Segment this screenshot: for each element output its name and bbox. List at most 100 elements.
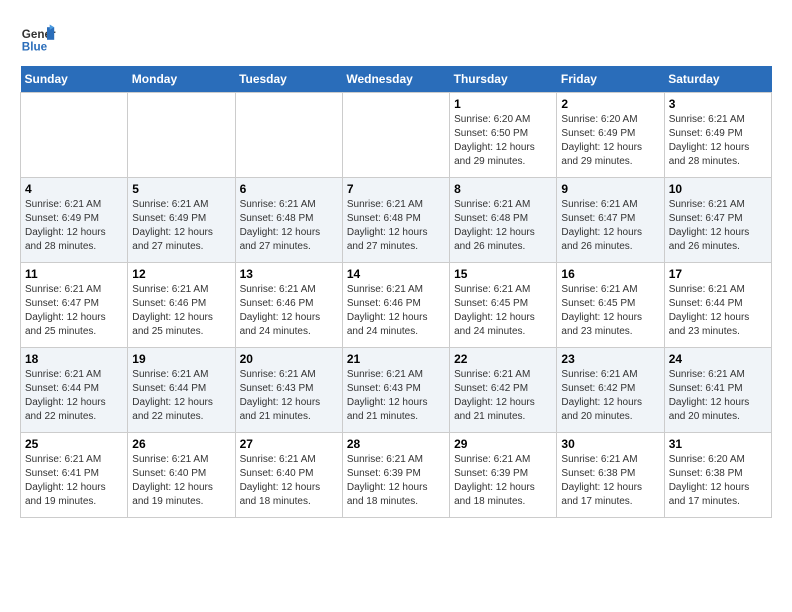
day-cell: 9 Sunrise: 6:21 AMSunset: 6:47 PMDaylight…	[557, 178, 664, 263]
day-number: 23	[561, 352, 659, 366]
logo-icon: General Blue	[20, 20, 56, 56]
day-cell	[21, 93, 128, 178]
day-number: 12	[132, 267, 230, 281]
day-info: Sunrise: 6:21 AMSunset: 6:41 PMDaylight:…	[25, 453, 123, 509]
day-info: Sunrise: 6:21 AMSunset: 6:40 PMDaylight:…	[240, 453, 338, 509]
day-number: 6	[240, 182, 338, 196]
logo: General Blue	[20, 20, 56, 56]
day-info: Sunrise: 6:21 AMSunset: 6:49 PMDaylight:…	[669, 113, 767, 169]
day-number: 29	[454, 437, 552, 451]
day-cell: 30 Sunrise: 6:21 AMSunset: 6:38 PMDayligh…	[557, 433, 664, 518]
day-number: 31	[669, 437, 767, 451]
day-number: 16	[561, 267, 659, 281]
day-info: Sunrise: 6:21 AMSunset: 6:41 PMDaylight:…	[669, 368, 767, 424]
day-info: Sunrise: 6:21 AMSunset: 6:48 PMDaylight:…	[240, 198, 338, 254]
day-cell: 13 Sunrise: 6:21 AMSunset: 6:46 PMDayligh…	[235, 263, 342, 348]
day-cell: 6 Sunrise: 6:21 AMSunset: 6:48 PMDaylight…	[235, 178, 342, 263]
day-number: 17	[669, 267, 767, 281]
day-info: Sunrise: 6:21 AMSunset: 6:47 PMDaylight:…	[561, 198, 659, 254]
day-number: 14	[347, 267, 445, 281]
day-number: 8	[454, 182, 552, 196]
day-number: 22	[454, 352, 552, 366]
day-info: Sunrise: 6:21 AMSunset: 6:39 PMDaylight:…	[347, 453, 445, 509]
day-info: Sunrise: 6:21 AMSunset: 6:48 PMDaylight:…	[347, 198, 445, 254]
day-header-monday: Monday	[128, 66, 235, 93]
day-number: 11	[25, 267, 123, 281]
day-cell	[235, 93, 342, 178]
day-info: Sunrise: 6:20 AMSunset: 6:49 PMDaylight:…	[561, 113, 659, 169]
day-info: Sunrise: 6:21 AMSunset: 6:40 PMDaylight:…	[132, 453, 230, 509]
day-info: Sunrise: 6:21 AMSunset: 6:48 PMDaylight:…	[454, 198, 552, 254]
day-cell: 15 Sunrise: 6:21 AMSunset: 6:45 PMDayligh…	[450, 263, 557, 348]
day-number: 4	[25, 182, 123, 196]
day-cell	[342, 93, 449, 178]
day-cell: 27 Sunrise: 6:21 AMSunset: 6:40 PMDayligh…	[235, 433, 342, 518]
day-cell: 21 Sunrise: 6:21 AMSunset: 6:43 PMDayligh…	[342, 348, 449, 433]
day-cell: 14 Sunrise: 6:21 AMSunset: 6:46 PMDayligh…	[342, 263, 449, 348]
day-header-wednesday: Wednesday	[342, 66, 449, 93]
day-cell: 1 Sunrise: 6:20 AMSunset: 6:50 PMDaylight…	[450, 93, 557, 178]
day-cell: 10Sunrise: 6:21 AMSunset: 6:47 PMDayligh…	[664, 178, 771, 263]
day-header-saturday: Saturday	[664, 66, 771, 93]
day-cell: 11 Sunrise: 6:21 AMSunset: 6:47 PMDayligh…	[21, 263, 128, 348]
day-info: Sunrise: 6:21 AMSunset: 6:46 PMDaylight:…	[132, 283, 230, 339]
day-number: 27	[240, 437, 338, 451]
day-number: 25	[25, 437, 123, 451]
day-cell: 19 Sunrise: 6:21 AMSunset: 6:44 PMDayligh…	[128, 348, 235, 433]
day-number: 26	[132, 437, 230, 451]
header-row: SundayMondayTuesdayWednesdayThursdayFrid…	[21, 66, 772, 93]
day-number: 7	[347, 182, 445, 196]
week-row-2: 4 Sunrise: 6:21 AMSunset: 6:49 PMDaylight…	[21, 178, 772, 263]
day-info: Sunrise: 6:21 AMSunset: 6:43 PMDaylight:…	[347, 368, 445, 424]
day-info: Sunrise: 6:21 AMSunset: 6:39 PMDaylight:…	[454, 453, 552, 509]
day-info: Sunrise: 6:21 AMSunset: 6:49 PMDaylight:…	[132, 198, 230, 254]
day-info: Sunrise: 6:21 AMSunset: 6:44 PMDaylight:…	[132, 368, 230, 424]
day-cell	[128, 93, 235, 178]
day-number: 1	[454, 97, 552, 111]
day-info: Sunrise: 6:21 AMSunset: 6:38 PMDaylight:…	[561, 453, 659, 509]
day-cell: 24Sunrise: 6:21 AMSunset: 6:41 PMDayligh…	[664, 348, 771, 433]
day-info: Sunrise: 6:21 AMSunset: 6:46 PMDaylight:…	[347, 283, 445, 339]
day-cell: 31 Sunrise: 6:20 AMSunset: 6:38 PMDayligh…	[664, 433, 771, 518]
day-cell: 7 Sunrise: 6:21 AMSunset: 6:48 PMDaylight…	[342, 178, 449, 263]
day-number: 28	[347, 437, 445, 451]
day-cell: 20 Sunrise: 6:21 AMSunset: 6:43 PMDayligh…	[235, 348, 342, 433]
week-row-1: 1 Sunrise: 6:20 AMSunset: 6:50 PMDaylight…	[21, 93, 772, 178]
day-number: 19	[132, 352, 230, 366]
day-cell: 2Sunrise: 6:20 AMSunset: 6:49 PMDaylight…	[557, 93, 664, 178]
day-info: Sunrise: 6:21 AMSunset: 6:43 PMDaylight:…	[240, 368, 338, 424]
day-info: Sunrise: 6:21 AMSunset: 6:46 PMDaylight:…	[240, 283, 338, 339]
week-row-5: 25 Sunrise: 6:21 AMSunset: 6:41 PMDayligh…	[21, 433, 772, 518]
day-info: Sunrise: 6:21 AMSunset: 6:42 PMDaylight:…	[561, 368, 659, 424]
day-info: Sunrise: 6:20 AMSunset: 6:38 PMDaylight:…	[669, 453, 767, 509]
day-info: Sunrise: 6:20 AMSunset: 6:50 PMDaylight:…	[454, 113, 552, 169]
day-info: Sunrise: 6:21 AMSunset: 6:45 PMDaylight:…	[561, 283, 659, 339]
day-info: Sunrise: 6:21 AMSunset: 6:49 PMDaylight:…	[25, 198, 123, 254]
day-number: 13	[240, 267, 338, 281]
day-info: Sunrise: 6:21 AMSunset: 6:45 PMDaylight:…	[454, 283, 552, 339]
day-info: Sunrise: 6:21 AMSunset: 6:47 PMDaylight:…	[669, 198, 767, 254]
day-cell: 22 Sunrise: 6:21 AMSunset: 6:42 PMDayligh…	[450, 348, 557, 433]
day-cell: 28 Sunrise: 6:21 AMSunset: 6:39 PMDayligh…	[342, 433, 449, 518]
week-row-3: 11 Sunrise: 6:21 AMSunset: 6:47 PMDayligh…	[21, 263, 772, 348]
day-cell: 17Sunrise: 6:21 AMSunset: 6:44 PMDayligh…	[664, 263, 771, 348]
day-cell: 23 Sunrise: 6:21 AMSunset: 6:42 PMDayligh…	[557, 348, 664, 433]
day-cell: 5 Sunrise: 6:21 AMSunset: 6:49 PMDaylight…	[128, 178, 235, 263]
day-number: 15	[454, 267, 552, 281]
day-cell: 16 Sunrise: 6:21 AMSunset: 6:45 PMDayligh…	[557, 263, 664, 348]
day-number: 9	[561, 182, 659, 196]
day-cell: 18Sunrise: 6:21 AMSunset: 6:44 PMDayligh…	[21, 348, 128, 433]
day-number: 18	[25, 352, 123, 366]
day-number: 30	[561, 437, 659, 451]
day-header-sunday: Sunday	[21, 66, 128, 93]
day-info: Sunrise: 6:21 AMSunset: 6:42 PMDaylight:…	[454, 368, 552, 424]
page-header: General Blue	[20, 20, 772, 56]
day-number: 20	[240, 352, 338, 366]
day-cell: 12 Sunrise: 6:21 AMSunset: 6:46 PMDayligh…	[128, 263, 235, 348]
day-number: 5	[132, 182, 230, 196]
day-info: Sunrise: 6:21 AMSunset: 6:47 PMDaylight:…	[25, 283, 123, 339]
day-cell: 4 Sunrise: 6:21 AMSunset: 6:49 PMDaylight…	[21, 178, 128, 263]
day-cell: 25 Sunrise: 6:21 AMSunset: 6:41 PMDayligh…	[21, 433, 128, 518]
day-header-friday: Friday	[557, 66, 664, 93]
day-number: 21	[347, 352, 445, 366]
